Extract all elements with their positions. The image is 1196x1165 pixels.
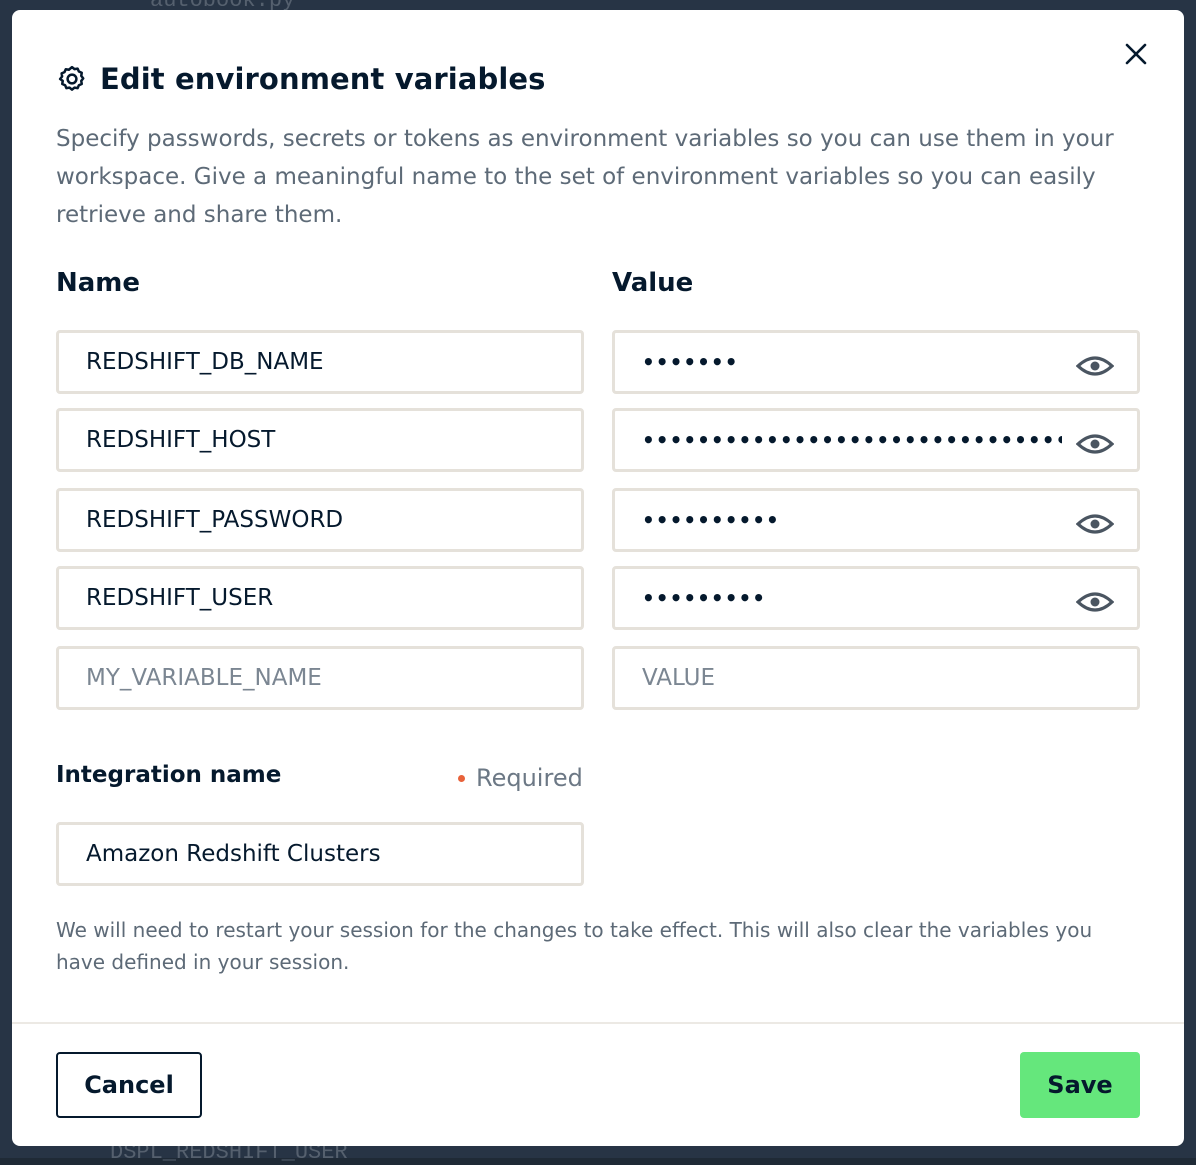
modal-description: Specify passwords, secrets or tokens as …: [56, 126, 1114, 228]
variable-value-input[interactable]: •••••••: [612, 330, 1140, 394]
new-variable-name-placeholder: MY_VARIABLE_NAME: [86, 665, 322, 691]
variable-name-input[interactable]: REDSHIFT_PASSWORD: [56, 488, 584, 552]
modal-header: Edit environment variables: [56, 62, 546, 96]
modal-title: Edit environment variables: [100, 62, 546, 96]
variable-name-text: REDSHIFT_PASSWORD: [86, 507, 344, 533]
variable-value-input[interactable]: ••••••••••: [612, 488, 1140, 552]
masked-value: ••••••••••: [642, 508, 780, 532]
gear-icon: [56, 63, 88, 95]
eye-icon[interactable]: [1075, 587, 1115, 617]
eye-icon[interactable]: [1075, 429, 1115, 459]
edit-env-vars-modal: Edit environment variables Specify passw…: [12, 10, 1184, 1146]
value-column-label: Value: [612, 268, 694, 298]
variable-name-input[interactable]: REDSHIFT_HOST: [56, 408, 584, 472]
restart-notice: We will need to restart your session for…: [56, 918, 1093, 974]
integration-name-input[interactable]: Amazon Redshift Clusters: [56, 822, 584, 886]
integration-name-label: Integration name: [56, 762, 282, 788]
integration-name-value: Amazon Redshift Clusters: [86, 841, 381, 867]
masked-value: •••••••: [642, 350, 739, 374]
required-text: Required: [476, 764, 583, 792]
new-variable-value-input[interactable]: VALUE: [612, 646, 1140, 710]
close-button[interactable]: [1118, 36, 1154, 72]
variable-value-input[interactable]: •••••••••: [612, 566, 1140, 630]
variable-name-text: REDSHIFT_DB_NAME: [86, 349, 324, 375]
close-icon: [1125, 43, 1147, 65]
cancel-button[interactable]: Cancel: [56, 1052, 202, 1118]
variable-value-input[interactable]: ••••••••••••••••••••••••••••••••••: [612, 408, 1140, 472]
name-column-label: Name: [56, 268, 141, 298]
masked-value: ••••••••••••••••••••••••••••••••••: [642, 428, 1062, 452]
save-button[interactable]: Save: [1020, 1052, 1140, 1118]
required-dot: [458, 774, 465, 782]
required-indicator: Required: [458, 764, 583, 792]
new-variable-value-placeholder: VALUE: [642, 665, 716, 691]
eye-icon[interactable]: [1075, 351, 1115, 381]
new-variable-name-input[interactable]: MY_VARIABLE_NAME: [56, 646, 584, 710]
variable-name-text: REDSHIFT_HOST: [86, 427, 276, 453]
variable-name-input[interactable]: REDSHIFT_USER: [56, 566, 584, 630]
footer-divider: [12, 1022, 1184, 1024]
variable-name-text: REDSHIFT_USER: [86, 585, 274, 611]
variable-name-input[interactable]: REDSHIFT_DB_NAME: [56, 330, 584, 394]
eye-icon[interactable]: [1075, 509, 1115, 539]
masked-value: •••••••••: [642, 586, 767, 610]
